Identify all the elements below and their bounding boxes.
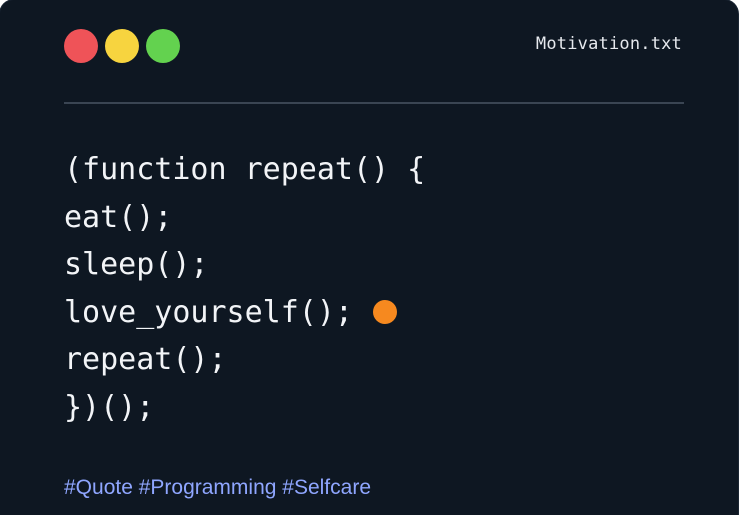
maximize-button[interactable]	[146, 29, 180, 63]
code-window: Motivation.txt (function repeat() { eat(…	[0, 0, 738, 515]
minimize-button[interactable]	[105, 29, 139, 63]
code-line-text: (function repeat() {	[64, 152, 426, 187]
header-divider	[64, 102, 684, 104]
code-block: (function repeat() { eat(); sleep(); lov…	[64, 146, 425, 431]
code-line-text: sleep();	[64, 247, 209, 282]
code-line-text: })();	[64, 389, 155, 425]
code-line: eat();	[64, 194, 425, 242]
hashtags: #Quote #Programming #Selfcare	[64, 476, 371, 499]
file-name: Motivation.txt	[535, 34, 682, 54]
code-line: love_yourself();	[64, 289, 425, 337]
close-button[interactable]	[64, 29, 98, 63]
code-line: sleep();	[64, 241, 425, 289]
code-line-text: eat();	[64, 199, 173, 235]
code-line-text: repeat();	[64, 342, 227, 377]
orange-dot-marker	[372, 300, 397, 325]
code-line: })();	[64, 384, 425, 432]
code-line-text: love_yourself();	[64, 294, 353, 330]
window-controls	[64, 29, 180, 63]
code-line: (function repeat() {	[64, 146, 425, 194]
code-line: repeat();	[64, 336, 425, 384]
